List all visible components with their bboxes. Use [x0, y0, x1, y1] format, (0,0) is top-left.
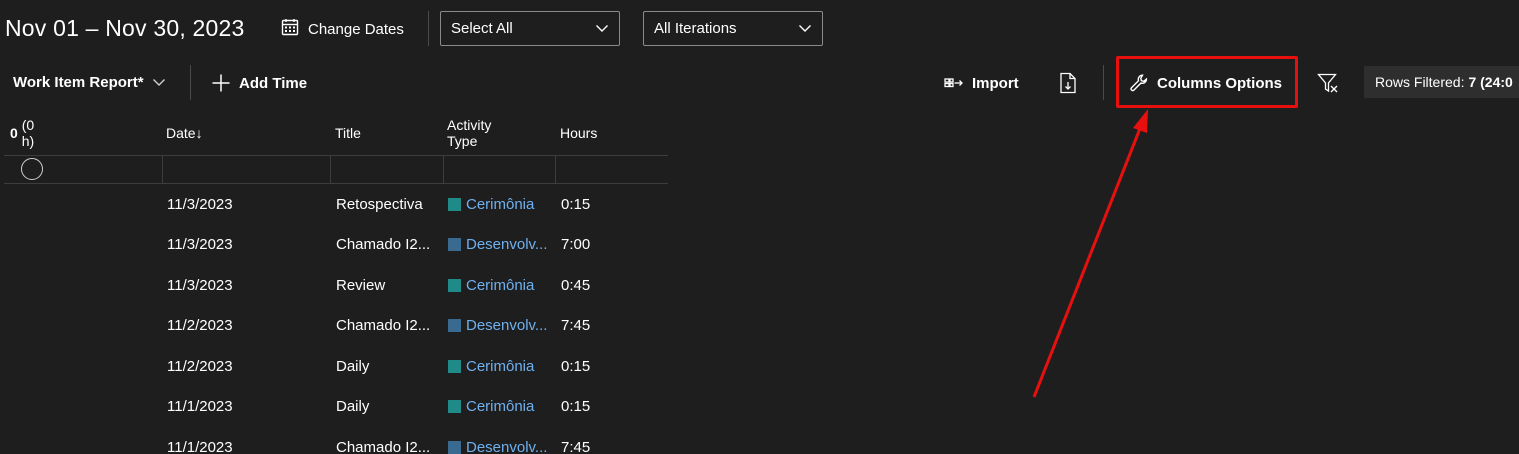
calendar-icon: [280, 17, 300, 41]
import-button[interactable]: Import: [944, 68, 1019, 98]
filter-cell-activity[interactable]: [443, 156, 555, 183]
cell-date: 11/3/2023: [167, 276, 233, 294]
rows-filtered-value: 7 (24:0: [1468, 74, 1513, 90]
divider: [428, 11, 429, 46]
filter-row: [4, 155, 668, 184]
wrench-icon: [1130, 74, 1148, 92]
cell-activity-type[interactable]: Cerimônia: [448, 387, 552, 427]
add-time-button[interactable]: Add Time: [211, 68, 307, 98]
cell-activity-type[interactable]: Desenvolv...: [448, 306, 552, 346]
cell-title: Review: [336, 276, 386, 294]
cell-hours: 0:45: [561, 276, 591, 294]
activity-label: Desenvolv...: [466, 236, 548, 253]
iterations-dropdown[interactable]: All Iterations: [643, 11, 823, 46]
columns-options-label: Columns Options: [1157, 74, 1282, 92]
cell-title: Daily: [336, 357, 370, 375]
cell-title: Chamado I2...: [336, 438, 431, 454]
report-selector[interactable]: Work Item Report*: [13, 67, 166, 97]
activity-label: Desenvolv...: [466, 317, 548, 334]
cell-date: 11/3/2023: [167, 236, 233, 253]
activity-label: Cerimônia: [466, 398, 535, 415]
filter-clear-icon: [1317, 73, 1338, 93]
chevron-down-icon: [596, 25, 608, 32]
cell-title: Daily: [336, 398, 370, 415]
divider: [190, 65, 191, 100]
table-row[interactable]: 11/2/2023 Daily Cerimônia 0:15: [0, 346, 680, 386]
export-file-icon: [1060, 72, 1076, 94]
activity-color-swatch: [448, 238, 461, 251]
plus-icon: [212, 74, 230, 92]
columns-options-button[interactable]: Columns Options: [1129, 68, 1282, 98]
cell-hours: 0:15: [561, 357, 591, 375]
cell-date: 11/1/2023: [167, 398, 233, 415]
column-header-title[interactable]: Title: [335, 112, 361, 154]
activity-label: Cerimônia: [466, 276, 535, 294]
cell-activity-type[interactable]: Desenvolv...: [448, 225, 552, 265]
chevron-down-icon: [799, 25, 811, 32]
chevron-down-icon: [152, 79, 165, 86]
cell-title: Retospectiva: [336, 195, 423, 213]
activity-color-swatch: [448, 440, 461, 454]
activity-color-swatch: [448, 319, 461, 332]
change-dates-button[interactable]: Change Dates: [280, 14, 404, 44]
cell-hours: 0:15: [561, 398, 591, 415]
cell-hours: 7:00: [561, 236, 591, 253]
cell-date: 11/3/2023: [167, 195, 233, 213]
cell-title: Chamado I2...: [336, 236, 431, 253]
filter-cell-title[interactable]: [330, 156, 443, 183]
cell-activity-type[interactable]: Cerimônia: [448, 265, 552, 305]
cell-hours: 0:15: [561, 195, 591, 213]
table-row[interactable]: 11/2/2023 Chamado I2... Desenvolv... 7:45: [0, 306, 680, 346]
cell-date: 11/2/2023: [167, 317, 233, 334]
summary-count: 0: [10, 125, 18, 141]
filter-cell-hours[interactable]: [555, 156, 668, 183]
table-row[interactable]: 11/1/2023 Daily Cerimônia 0:15: [0, 387, 680, 427]
cell-hours: 7:45: [561, 438, 591, 454]
clear-filter-button[interactable]: [1317, 68, 1339, 98]
activity-color-swatch: [448, 400, 461, 413]
report-label: Work Item Report*: [13, 73, 144, 91]
rows-filtered-label: Rows Filtered:: [1375, 74, 1465, 90]
import-label: Import: [972, 74, 1019, 92]
select-all-radio[interactable]: [21, 158, 43, 180]
iterations-value: All Iterations: [654, 20, 737, 37]
activity-label: Cerimônia: [466, 357, 535, 375]
activity-color-swatch: [448, 278, 461, 292]
date-range-title: Nov 01 – Nov 30, 2023: [5, 15, 245, 41]
cell-date: 11/2/2023: [167, 357, 233, 375]
column-header-date[interactable]: Date↓: [166, 112, 203, 154]
select-all-dropdown[interactable]: Select All: [440, 11, 620, 46]
cell-activity-type[interactable]: Cerimônia: [448, 184, 552, 224]
column-header-activity-type[interactable]: Activity Type: [447, 112, 491, 154]
table-row[interactable]: 11/3/2023 Retospectiva Cerimônia 0:15: [0, 184, 680, 224]
activity-label: Desenvolv...: [466, 438, 548, 454]
rows-filtered-indicator: Rows Filtered: 7 (24:0: [1364, 66, 1519, 98]
cell-activity-type[interactable]: Desenvolv...: [448, 427, 552, 454]
filter-cell-date[interactable]: [162, 156, 330, 183]
cell-title: Chamado I2...: [336, 317, 431, 334]
export-button[interactable]: [1059, 68, 1077, 98]
summary-hours: (0 h): [21, 117, 35, 149]
summary-header: 0 (0 h): [10, 112, 34, 154]
table-row[interactable]: 11/1/2023 Chamado I2... Desenvolv... 7:45: [0, 427, 680, 454]
column-header-hours[interactable]: Hours: [560, 112, 597, 154]
top-bar: Nov 01 – Nov 30, 2023 Change Dates Selec…: [0, 0, 1519, 58]
change-dates-label: Change Dates: [308, 20, 404, 38]
divider: [1103, 65, 1104, 100]
activity-color-swatch: [448, 197, 461, 211]
cell-hours: 7:45: [561, 317, 591, 334]
activity-label: Cerimônia: [466, 195, 535, 213]
select-all-value: Select All: [451, 20, 513, 37]
cell-activity-type[interactable]: Cerimônia: [448, 346, 552, 386]
cell-date: 11/1/2023: [167, 438, 233, 454]
import-icon: [944, 78, 963, 88]
toolbar: Work Item Report* Add Time Import Column…: [0, 58, 1519, 108]
add-time-label: Add Time: [239, 74, 308, 92]
activity-color-swatch: [448, 359, 461, 373]
table-row[interactable]: 11/3/2023 Chamado I2... Desenvolv... 7:00: [0, 225, 680, 265]
table-row[interactable]: 11/3/2023 Review Cerimônia 0:45: [0, 265, 680, 305]
